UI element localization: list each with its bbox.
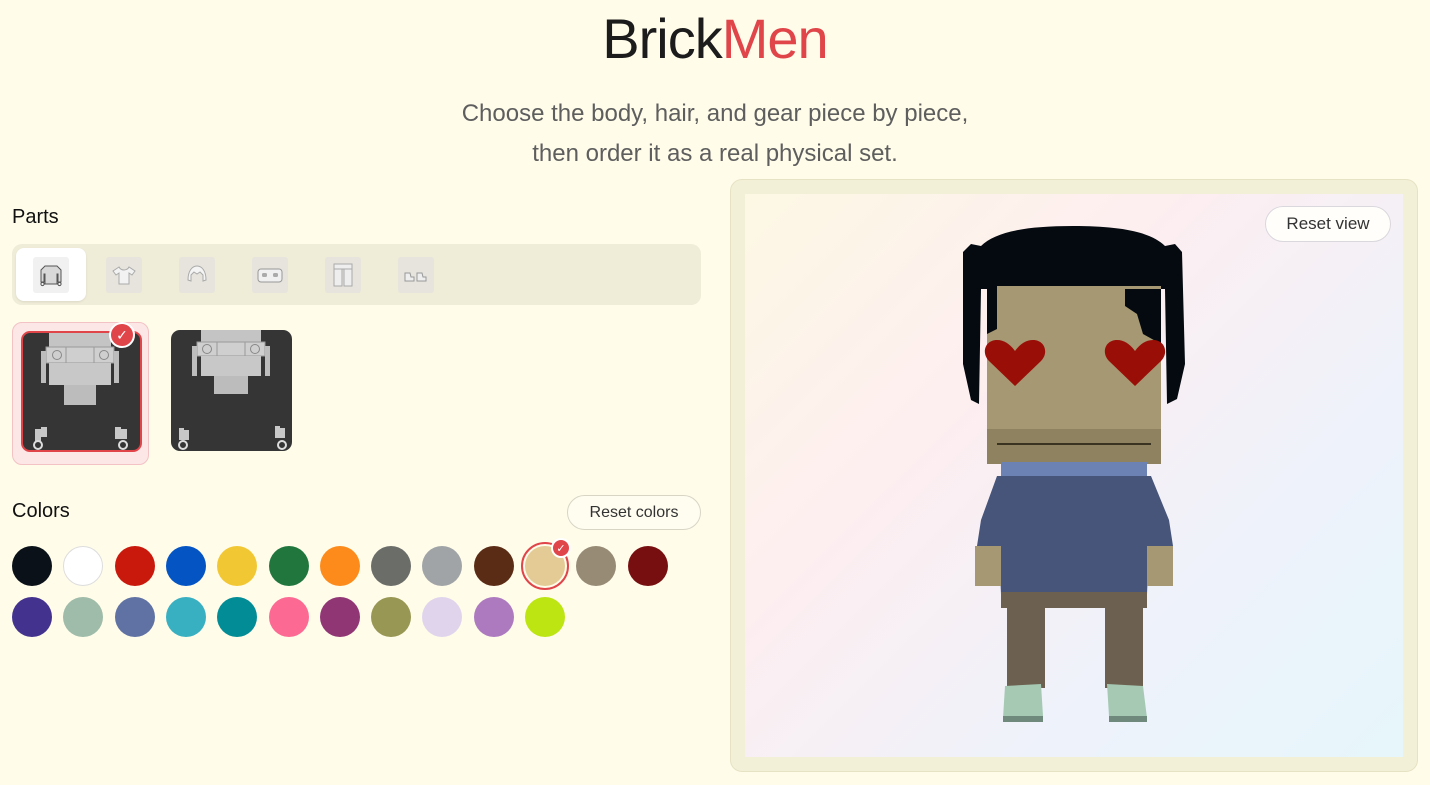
color-swatch[interactable]	[319, 546, 360, 586]
minifigure-preview	[963, 226, 1185, 722]
hand-right	[1147, 546, 1173, 586]
part-thumbnail	[171, 330, 292, 451]
reset-view-button[interactable]: Reset view	[1265, 206, 1391, 242]
viewer-panel: Reset view	[730, 179, 1418, 772]
color-swatch[interactable]	[114, 597, 155, 637]
selected-check-icon: ✓	[109, 322, 135, 348]
tab-legs[interactable]	[308, 248, 378, 301]
color-swatch[interactable]	[371, 546, 412, 586]
shoes-icon	[398, 256, 434, 293]
face-icon	[252, 256, 288, 293]
title-brick: Brick	[602, 7, 722, 70]
color-swatch[interactable]	[63, 597, 104, 637]
parts-heading: Parts	[12, 206, 59, 228]
color-swatch[interactable]	[165, 546, 206, 586]
subtitle: Choose the body, hair, and gear piece by…	[0, 94, 1430, 174]
color-swatch[interactable]	[165, 597, 206, 637]
shoe-left	[1003, 684, 1043, 718]
part-category-tabs	[12, 244, 701, 305]
color-swatch[interactable]	[473, 546, 514, 586]
color-swatch[interactable]	[217, 546, 258, 586]
legs-icon	[325, 256, 361, 293]
tab-torso[interactable]	[16, 248, 86, 301]
3d-viewer[interactable]: Reset view	[745, 194, 1403, 757]
leg-right	[1105, 608, 1143, 688]
part-thumbnail	[21, 331, 142, 452]
subtitle-line-1: Choose the body, hair, and gear piece by…	[461, 100, 969, 127]
torso	[977, 476, 1173, 594]
hips	[1001, 592, 1147, 608]
color-swatch[interactable]	[268, 597, 309, 637]
app-title: BrickMen	[0, 6, 1430, 72]
part-option-torso-2[interactable]	[163, 322, 300, 465]
shoe-right	[1107, 684, 1147, 718]
head-shade	[987, 429, 1161, 464]
color-swatch[interactable]	[422, 597, 463, 637]
color-swatch[interactable]	[627, 546, 668, 586]
color-swatch[interactable]	[525, 597, 565, 637]
color-swatch[interactable]	[217, 597, 258, 637]
tab-shirt[interactable]	[89, 248, 159, 301]
shoe-sole-right	[1109, 716, 1147, 722]
shoe-sole-left	[1003, 716, 1043, 722]
reset-colors-button[interactable]: Reset colors	[567, 495, 701, 530]
tab-shoes[interactable]	[381, 248, 451, 301]
hand-left	[975, 546, 1001, 586]
shirt-icon	[106, 256, 142, 293]
tab-hair[interactable]	[162, 248, 232, 301]
color-swatch[interactable]	[114, 546, 155, 586]
color-swatch[interactable]	[371, 597, 412, 637]
torso-icon	[33, 256, 69, 293]
subtitle-line-2: then order it as a real physical set.	[532, 140, 898, 167]
color-swatch[interactable]	[63, 546, 104, 586]
color-swatch[interactable]	[12, 546, 52, 586]
hair-icon	[179, 256, 215, 293]
selected-check-icon: ✓	[551, 538, 571, 558]
color-swatch[interactable]	[576, 546, 617, 586]
tab-face[interactable]	[235, 248, 305, 301]
color-swatch[interactable]	[12, 597, 52, 637]
part-option-torso-1[interactable]: ✓	[12, 322, 149, 465]
color-swatch[interactable]	[422, 546, 463, 586]
colors-heading: Colors	[12, 500, 70, 522]
color-swatch[interactable]	[319, 597, 360, 637]
leg-left	[1007, 608, 1045, 688]
title-men: Men	[721, 7, 829, 70]
color-swatch[interactable]	[473, 597, 514, 637]
color-swatch[interactable]	[268, 546, 309, 586]
